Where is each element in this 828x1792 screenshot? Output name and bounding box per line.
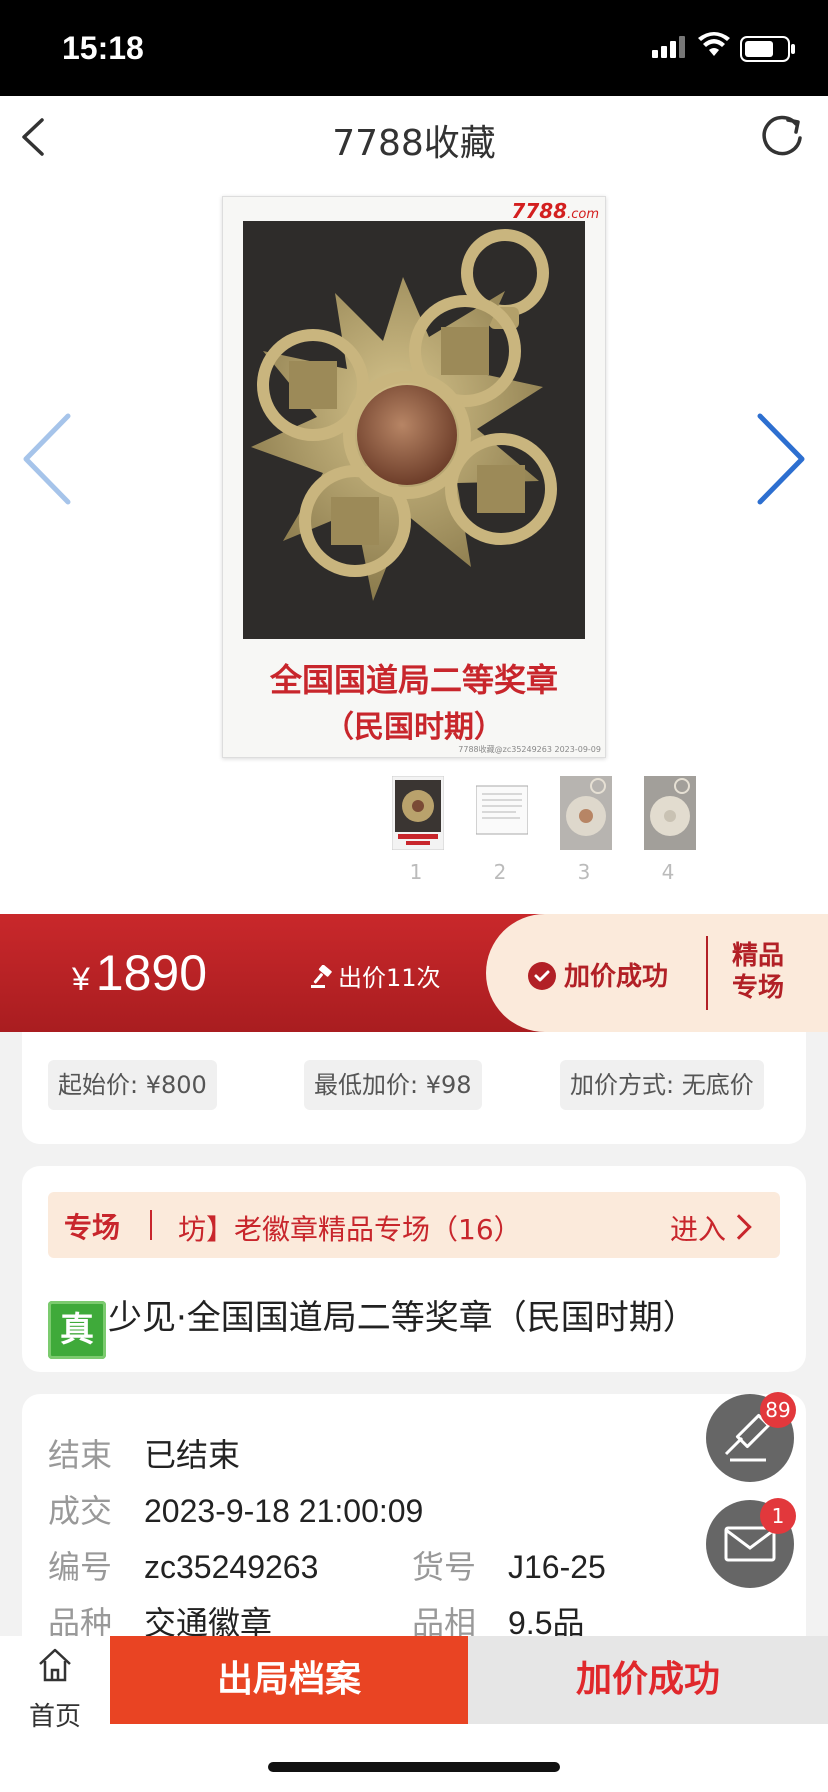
status-bar: 15:18 xyxy=(0,0,828,96)
battery-icon xyxy=(740,36,795,62)
venue-enter-link[interactable]: 进入 xyxy=(670,1208,752,1248)
image-caption-line2: （民国时期） xyxy=(324,710,504,745)
message-fab[interactable]: 1 xyxy=(706,1498,796,1588)
authentic-badge: 真 xyxy=(48,1301,106,1359)
main-product-image[interactable]: 7788.com 全国国道局二等奖章 （民国时期） 7788收藏@zc35249… xyxy=(222,196,606,758)
price-bar: ¥1890 出价11次 加价成功 精品专场 xyxy=(0,914,828,1032)
thumbnail-2[interactable]: 2 xyxy=(472,776,528,884)
home-label: 首页 xyxy=(28,1702,81,1732)
status-time: 15:18 xyxy=(62,30,144,66)
cellular-signal-icon xyxy=(652,36,685,58)
bid-count: 出价11次 xyxy=(310,958,441,993)
product-title: 真少见·全国国道局二等奖章（民国时期） xyxy=(48,1290,697,1359)
medal-photo xyxy=(243,221,585,639)
venue-name: 坊】老徽章精品专场（16） xyxy=(178,1213,522,1246)
image-fine-print: 7788收藏@zc35249263 2023-09-09 xyxy=(458,745,601,754)
thumbnail-2-image xyxy=(476,785,528,835)
home-icon xyxy=(39,1648,71,1682)
deal-time-row: 成交 2023-9-18 21:00:09 xyxy=(48,1493,424,1529)
page-title: 7788收藏 xyxy=(332,123,496,164)
message-count-badge: 1 xyxy=(760,1498,796,1534)
medal-image xyxy=(243,221,585,639)
thumbnail-1[interactable]: 1 xyxy=(388,776,444,884)
end-row: 结束 已结束 xyxy=(48,1437,241,1473)
check-circle-icon xyxy=(528,962,556,990)
thumbnail-number: 2 xyxy=(493,860,507,884)
start-price-tag: 起始价: ¥800 xyxy=(48,1060,217,1110)
next-image-arrow-icon[interactable] xyxy=(744,404,814,514)
bottom-bar: 首页 出局档案 加价成功 xyxy=(0,1636,828,1734)
image-gallery: 7788.com 全国国道局二等奖章 （民国时期） 7788收藏@zc35249… xyxy=(0,182,828,914)
thumbnail-4[interactable]: 4 xyxy=(640,776,696,884)
min-increment-tag: 最低加价: ¥98 xyxy=(304,1060,482,1110)
details-card: 结束 已结束 成交 2023-9-18 21:00:09 编号 zc35249263 … xyxy=(22,1394,806,1654)
hammer-icon xyxy=(311,965,332,988)
prev-image-arrow-icon[interactable] xyxy=(14,404,84,514)
thumbnail-4-image xyxy=(644,776,696,850)
archive-button[interactable]: 出局档案 xyxy=(110,1636,468,1724)
auction-count-badge: 89 xyxy=(760,1392,796,1428)
venue-banner[interactable]: 专场 坊】老徽章精品专场（16） 进入 xyxy=(48,1192,780,1258)
watermark: 7788.com xyxy=(511,199,599,223)
image-caption-line1: 全国国道局二等奖章 xyxy=(269,661,558,699)
current-price: ¥1890 xyxy=(72,945,208,1001)
chevron-right-icon xyxy=(726,1214,752,1240)
venue-label: 专场 xyxy=(64,1211,121,1244)
product-title-card: 专场 坊】老徽章精品专场（16） 进入 真少见·全国国道局二等奖章（民国时期） xyxy=(22,1166,806,1372)
thumbnail-number: 1 xyxy=(409,860,423,884)
bid-method-tag: 加价方式: 无底价 xyxy=(560,1060,764,1110)
auction-fab[interactable]: 89 xyxy=(706,1392,796,1482)
bid-success-status: 加价成功 xyxy=(528,956,668,993)
bid-success-button[interactable]: 加价成功 xyxy=(468,1636,828,1724)
thumbnail-1-image xyxy=(392,776,444,850)
premium-venue-link[interactable]: 精品专场 xyxy=(732,940,792,1004)
sku-row: 货号 J16-25 xyxy=(412,1549,606,1585)
thumbnail-strip: 1 2 3 4 xyxy=(388,776,708,886)
home-indicator[interactable] xyxy=(268,1762,560,1772)
thumbnail-number: 4 xyxy=(661,860,675,884)
refresh-icon[interactable] xyxy=(756,110,808,162)
thumbnail-number: 3 xyxy=(577,860,591,884)
auction-terms-card: 起始价: ¥800 最低加价: ¥98 加价方式: 无底价 xyxy=(22,1032,806,1144)
thumbnail-3[interactable]: 3 xyxy=(556,776,612,884)
bid-status-panel: 加价成功 精品专场 xyxy=(486,914,828,1032)
wifi-icon xyxy=(698,32,730,56)
venue-divider xyxy=(150,1210,152,1240)
divider xyxy=(706,936,708,1010)
thumbnail-3-image xyxy=(560,776,612,850)
item-id-row: 编号 zc35249263 xyxy=(48,1549,319,1585)
nav-bar: 7788收藏 xyxy=(0,96,828,182)
home-tab[interactable]: 首页 xyxy=(0,1636,110,1734)
